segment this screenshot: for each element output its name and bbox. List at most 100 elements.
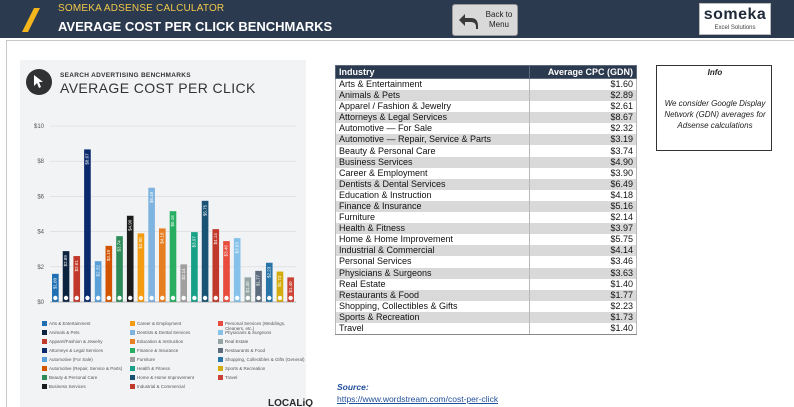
cpc-cell: $3.63	[529, 267, 637, 279]
legend-label: Health & Fitness	[137, 366, 171, 371]
y-tick-label: $0	[37, 300, 44, 306]
bar-data-label: $5.16	[170, 215, 175, 227]
brand-name: someka	[703, 6, 767, 23]
category-icon	[181, 295, 186, 301]
legend-swatch	[42, 384, 47, 389]
cpc-cell: $2.23	[529, 300, 637, 312]
info-box: Info We consider Google Display Network …	[656, 65, 772, 151]
y-tick-label: $2	[37, 265, 44, 271]
cpc-bar-chart: $0 $2 $4 $6 $8 $10 $1.60 $2.89 $2.61 $8.67 $2.32 $3…	[34, 124, 296, 306]
cpc-cell: $3.46	[529, 256, 637, 268]
cpc-cell: $6.49	[529, 178, 637, 190]
cpc-column-header: Average CPC (GDN)	[529, 65, 637, 79]
cpc-cell: $5.16	[529, 200, 637, 213]
category-icon	[74, 295, 79, 301]
industry-cell: Sports & Recreation	[334, 311, 531, 323]
category-icon	[277, 295, 283, 301]
industry-cell: Finance & Insurance	[334, 200, 531, 213]
bar-data-label: $1.40	[288, 281, 293, 293]
industry-cell: Personal Services	[334, 256, 531, 268]
legend-swatch	[42, 366, 47, 371]
bar-data-label: $3.63	[234, 242, 239, 254]
table-row: Beauty & Personal Care $3.74	[334, 145, 637, 157]
legend-label: Animals & Pets	[49, 330, 80, 335]
legend-swatch	[42, 357, 47, 362]
infographic-kicker: SEARCH ADVERTISING BENCHMARKS	[60, 72, 191, 79]
y-tick-label: $10	[34, 124, 45, 130]
table-row: Automotive — For Sale $2.32	[334, 123, 637, 135]
industry-cell: Attorneys & Legal Services	[334, 112, 531, 124]
legend-swatch	[42, 348, 47, 353]
cpc-cell: $1.60	[529, 78, 637, 90]
cpc-cell: $8.67	[529, 112, 637, 124]
table-row: Automotive — Repair, Service & Parts $3.1…	[334, 134, 637, 146]
industry-column-header: Industry	[334, 65, 531, 79]
bar-data-label: $8.67	[85, 153, 90, 165]
bar-data-label: $5.75	[202, 204, 207, 216]
back-to-menu-button[interactable]: Back to Menu	[452, 4, 518, 36]
y-tick-label: $6	[37, 194, 44, 200]
legend-label: Business Services	[49, 384, 86, 389]
industry-cell: Beauty & Personal Care	[334, 145, 531, 157]
table-row: Real Estate $1.40	[334, 278, 637, 290]
category-icon	[256, 295, 261, 301]
table-body: Arts & Entertainment $1.60 Animals & Pets $…	[334, 78, 637, 335]
back-button-label: Back to Menu	[481, 10, 517, 30]
legend-label: Furniture	[137, 357, 156, 362]
table-row: Restaurants & Food $1.77	[334, 289, 637, 301]
someka-brand-logo[interactable]: someka Excel Solutions	[699, 3, 771, 35]
table-row: Apparel / Fashion & Jewelry $2.61	[334, 101, 637, 113]
category-icon	[170, 295, 176, 301]
category-icon	[192, 295, 197, 301]
table-row: Travel $1.40	[334, 322, 637, 335]
category-icon	[53, 295, 58, 301]
cpc-cell: $4.14	[529, 245, 637, 257]
y-tick-label: $4	[37, 230, 44, 236]
bar-data-label: $3.19	[106, 249, 111, 261]
bar-data-label: $1.60	[53, 277, 58, 289]
cursor-icon	[26, 69, 52, 95]
industry-cell: Career & Employment	[334, 167, 531, 179]
industry-cell: Automotive — For Sale	[334, 123, 531, 135]
legend-label: Career & Employment	[137, 321, 182, 326]
legend-label: Automotive (For Sale)	[49, 357, 93, 362]
table-row: Arts & Entertainment $1.60	[334, 78, 637, 90]
legend-label: Shopping, Collectibles & Gifts (General)	[225, 357, 305, 362]
industry-cell: Education & Instruction	[334, 189, 531, 201]
infographic-title: AVERAGE COST PER CLICK	[60, 80, 256, 96]
table-row: Business Services $4.90	[334, 156, 637, 168]
cpc-benchmark-table: Industry Average CPC (GDN) Arts & Entert…	[334, 65, 637, 335]
table-row: Home & Home Improvement $5.75	[334, 234, 637, 246]
info-text: We consider Google Display Network (GDN)…	[664, 99, 766, 130]
source-label: Source:	[337, 382, 369, 392]
bar-data-label: $4.14	[213, 233, 218, 245]
localiq-logo: LOCALiQ	[268, 398, 313, 407]
category-icon	[267, 295, 272, 301]
legend-swatch	[218, 330, 223, 335]
bar-data-label: $1.40	[245, 281, 250, 293]
someka-logo-icon	[22, 8, 40, 32]
cpc-cell: $1.40	[529, 278, 637, 290]
industry-cell: Shopping, Collectibles & Gifts	[334, 300, 531, 312]
legend-swatch	[42, 339, 47, 344]
industry-cell: Physicians & Surgeons	[334, 267, 531, 279]
category-icon	[63, 295, 69, 301]
category-icon	[85, 295, 90, 301]
back-button-line2: Menu	[488, 20, 509, 29]
table-header-row: Industry Average CPC (GDN)	[334, 65, 637, 79]
bar-data-label: $1.73	[277, 275, 282, 287]
cpc-cell: $2.61	[529, 101, 637, 113]
y-tick-label: $8	[37, 159, 44, 165]
source-link[interactable]: https://www.wordstream.com/cost-per-clic…	[337, 394, 498, 404]
legend-label: Physicians & Surgeons	[225, 330, 272, 335]
bar-data-label: $2.89	[63, 255, 68, 267]
legend-swatch	[218, 348, 223, 353]
legend-swatch	[218, 357, 223, 362]
table-row: Finance & Insurance $5.16	[334, 200, 637, 213]
cpc-cell: $5.75	[529, 234, 637, 246]
industry-cell: Apparel / Fashion & Jewelry	[334, 101, 531, 113]
table-row: Attorneys & Legal Services $8.67	[334, 112, 637, 124]
category-icon	[138, 295, 144, 301]
bar-data-label: $3.74	[117, 240, 122, 252]
chart-legend: Arts & Entertainment Animals & Pets Appare…	[42, 321, 305, 397]
